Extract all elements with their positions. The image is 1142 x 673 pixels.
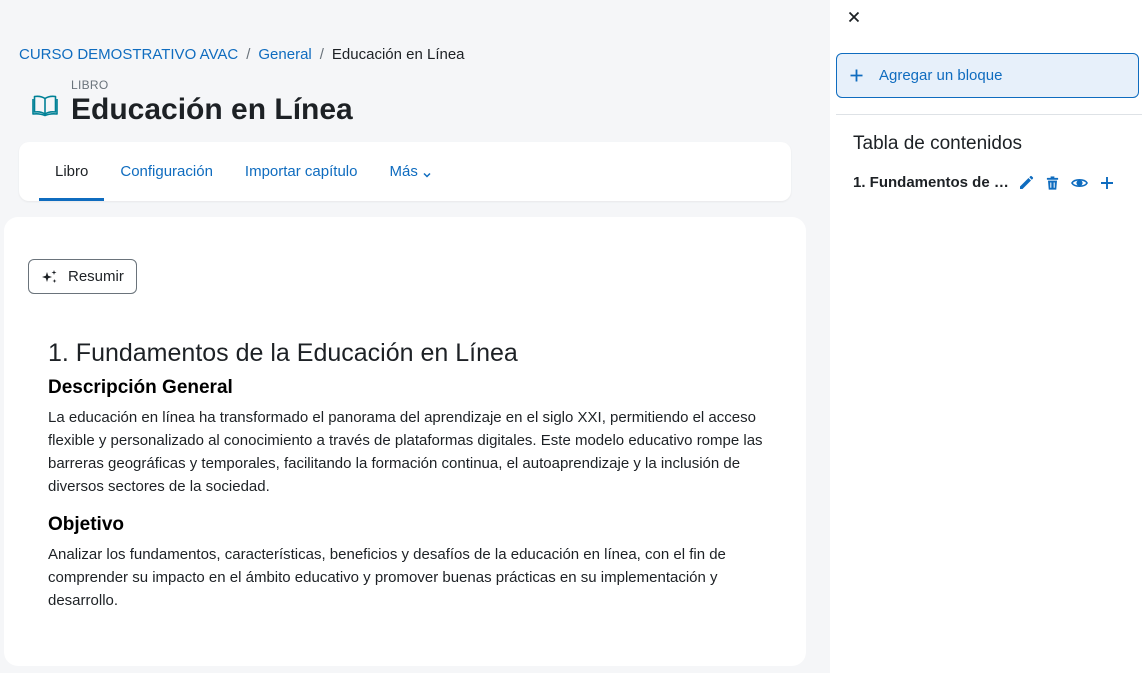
delete-chapter-button[interactable]	[1044, 174, 1061, 191]
page-header: LIBRO Educación en Línea	[32, 78, 353, 127]
breadcrumb-separator: /	[246, 46, 251, 63]
page-title: Educación en Línea	[71, 93, 353, 126]
chapter-title: 1. Fundamentos de la Educación en Línea	[48, 339, 518, 367]
tab-configuracion[interactable]: Configuración	[104, 142, 229, 201]
toc-chapter-link[interactable]: 1. Fundamentos de la Educación en Línea	[853, 174, 1011, 191]
secondary-navigation: Libro Configuración Importar capítulo Má…	[19, 142, 791, 201]
breadcrumb-current: Educación en Línea	[331, 46, 465, 63]
main-region: CURSO DEMOSTRATIVO AVAC / General / Educ…	[0, 0, 830, 673]
section-paragraph: La educación en línea ha transformado el…	[48, 409, 763, 495]
book-icon	[32, 92, 58, 118]
tab-libro[interactable]: Libro	[39, 142, 105, 201]
plus-icon	[1100, 176, 1113, 189]
module-type-label: LIBRO	[71, 78, 109, 92]
breadcrumb-course-link[interactable]: CURSO DEMOSTRATIVO AVAC	[19, 46, 238, 63]
plus-icon	[850, 69, 863, 82]
section-heading: Objetivo	[48, 514, 125, 535]
section-heading: Descripción General	[48, 377, 233, 398]
title-text: LIBRO Educación en Línea	[71, 78, 353, 127]
summarize-button[interactable]: Resumir	[28, 259, 137, 294]
block-drawer	[830, 0, 1142, 673]
section-paragraph: Analizar los fundamentos, característica…	[48, 546, 726, 609]
breadcrumb-separator: /	[319, 46, 324, 63]
tab-mas-label: Más	[389, 163, 418, 180]
tab-mas[interactable]: Más	[373, 142, 447, 201]
breadcrumb-section-link[interactable]: General	[258, 46, 311, 63]
toc-actions	[1017, 174, 1125, 191]
sparkles-icon	[42, 269, 57, 283]
chevron-down-icon	[422, 167, 432, 178]
tab-importar-capitulo[interactable]: Importar capítulo	[229, 142, 374, 201]
trash-icon	[1046, 175, 1059, 190]
drawer-divider	[836, 114, 1142, 115]
breadcrumb: CURSO DEMOSTRATIVO AVAC / General / Educ…	[19, 46, 465, 63]
edit-chapter-button[interactable]	[1017, 174, 1034, 191]
add-chapter-button[interactable]	[1098, 174, 1115, 191]
eye-icon	[1071, 178, 1088, 187]
toc-title: Tabla de contenidos	[853, 133, 1023, 154]
add-block-label: Agregar un bloque	[879, 67, 1003, 84]
summarize-label: Resumir	[68, 268, 124, 285]
hide-chapter-button[interactable]	[1071, 174, 1088, 191]
toc-item: 1. Fundamentos de la Educación en Línea	[853, 174, 1125, 191]
add-block-button[interactable]: Agregar un bloque	[836, 53, 1139, 98]
pencil-icon	[1019, 175, 1033, 189]
close-icon	[848, 11, 860, 23]
close-drawer-button[interactable]	[845, 8, 863, 26]
book-content-card: Resumir 1. Fundamentos de la Educación e…	[4, 217, 806, 666]
